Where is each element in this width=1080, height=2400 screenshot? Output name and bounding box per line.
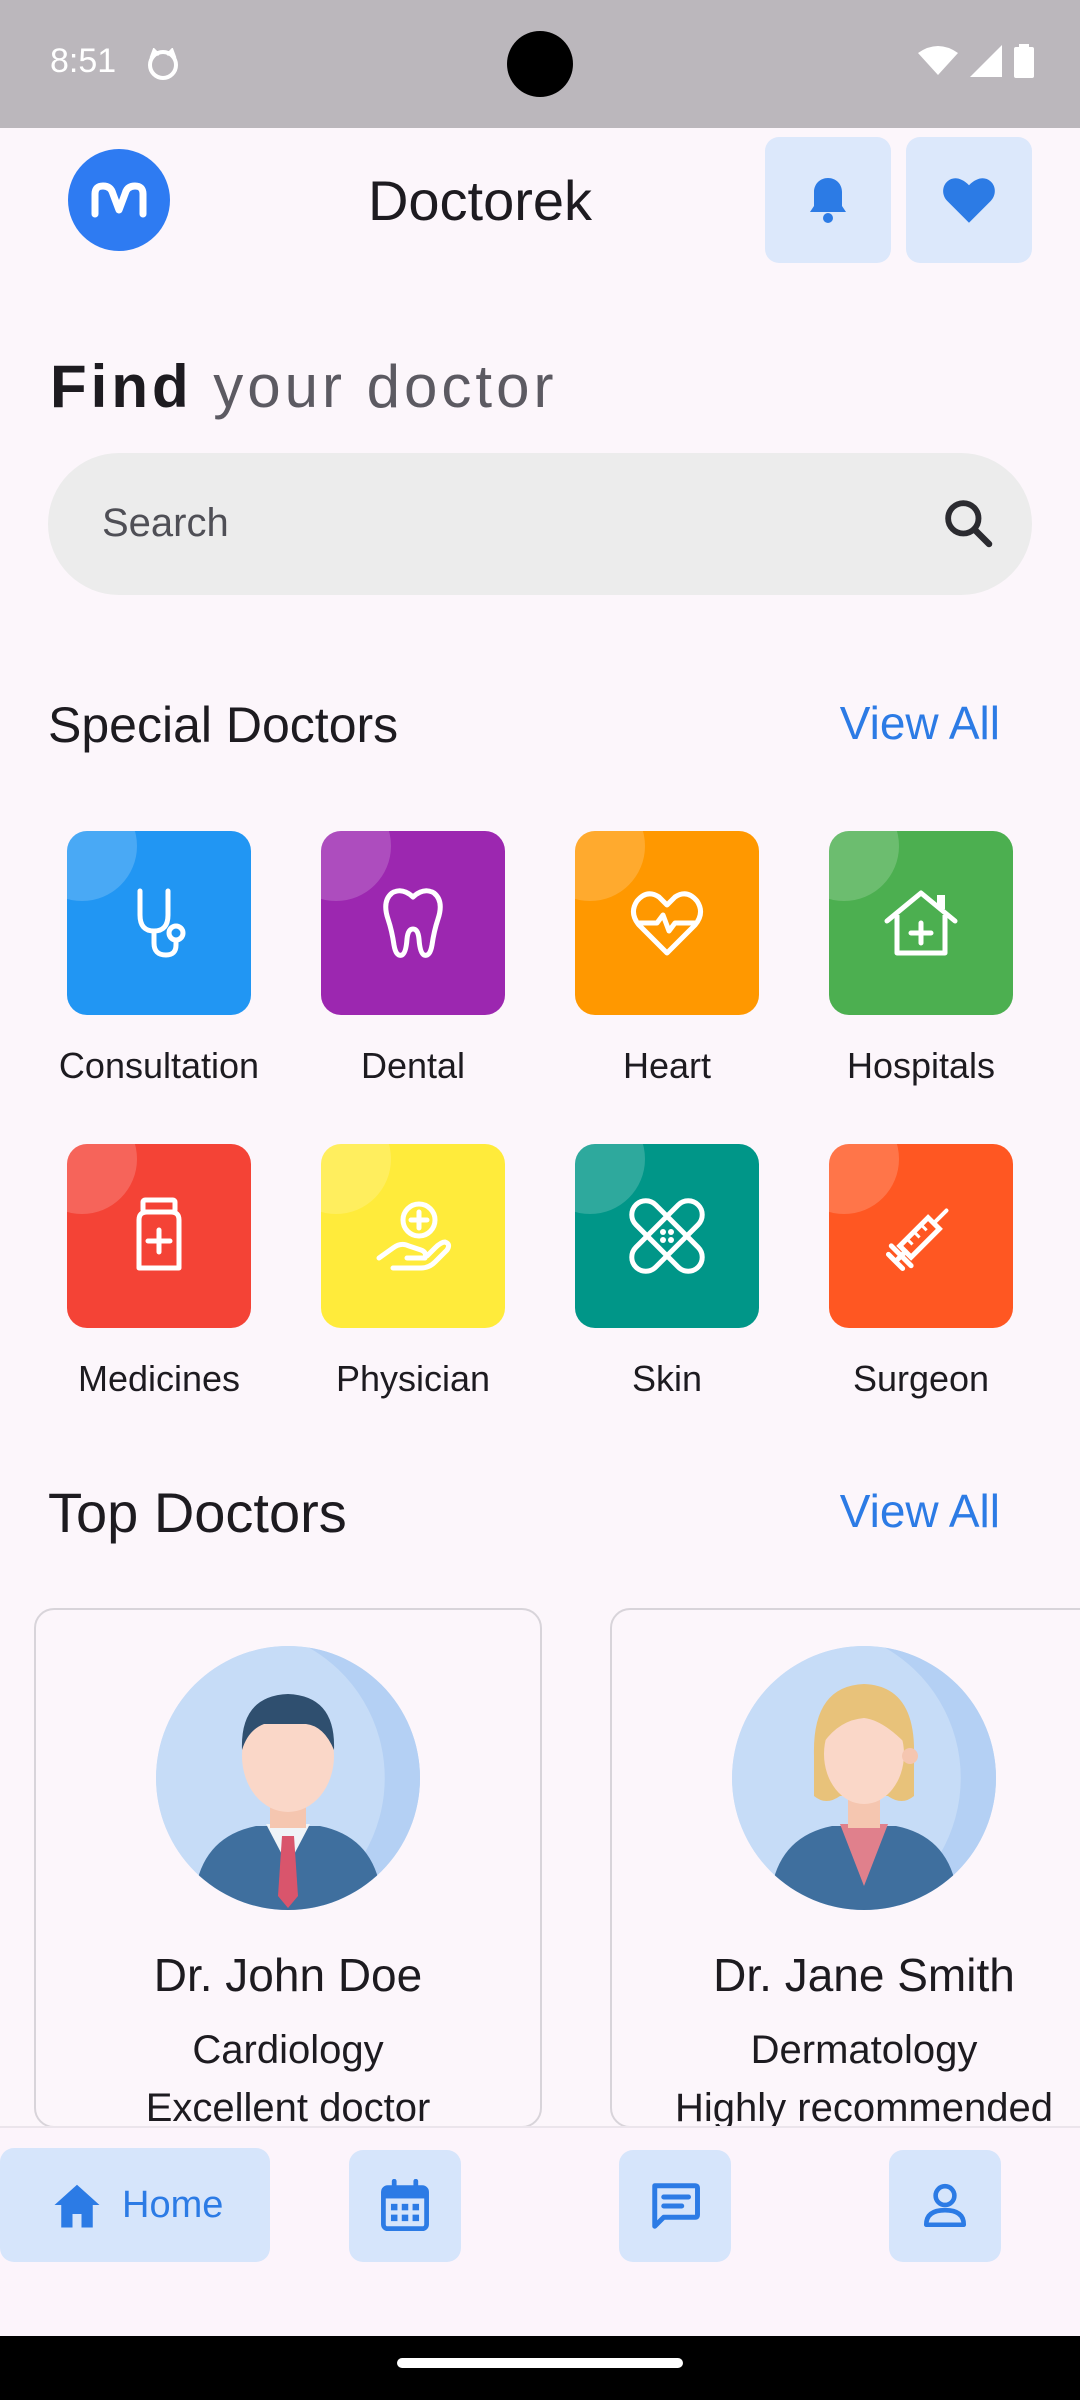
heart-pulse-icon (631, 891, 703, 956)
favorites-button[interactable] (906, 137, 1032, 263)
battery-icon (1014, 44, 1034, 78)
doctor-name: Dr. John Doe (153, 1949, 423, 2001)
doctor-specialty: Dermatology (750, 2028, 978, 2072)
category-surgeon[interactable]: Surgeon (794, 1144, 1048, 1400)
category-label: Medicines (77, 1358, 241, 1399)
camera-cutout (507, 31, 573, 97)
category-consultation[interactable]: Consultation (32, 831, 286, 1087)
doctor-card-john-doe[interactable]: Dr. John Doe Cardiology Excellent doctor (34, 1608, 542, 2128)
person-icon (923, 2183, 967, 2228)
category-skin[interactable]: Skin (540, 1144, 794, 1400)
find-light: your doctor (213, 353, 558, 420)
doctor-description: Highly recommended (675, 2086, 1053, 2128)
medicine-bottle-icon (136, 1197, 182, 1271)
category-label: Surgeon (852, 1358, 990, 1399)
special-view-all-link[interactable]: View All (840, 696, 1000, 750)
stethoscope-icon (137, 888, 186, 958)
home-icon (54, 2184, 100, 2228)
top-doctors-title: Top Doctors (48, 1481, 347, 1544)
notifications-button[interactable] (765, 137, 891, 263)
find-strong: Find (50, 353, 193, 420)
category-tile (67, 831, 251, 1015)
category-tile (321, 831, 505, 1015)
nav-messages-tab[interactable] (619, 2150, 731, 2262)
category-medicines[interactable]: Medicines (32, 1144, 286, 1400)
bell-icon (810, 178, 846, 223)
category-heart[interactable]: Heart (540, 831, 794, 1087)
status-icons (918, 44, 1034, 78)
search-input[interactable]: Search (48, 453, 1032, 595)
special-doctors-title: Special Doctors (48, 697, 399, 753)
doctor-description: Excellent doctor (145, 2086, 431, 2128)
category-physician[interactable]: Physician (286, 1144, 540, 1400)
nav-home-tab[interactable]: Home (0, 2148, 270, 2262)
find-heading: Find your doctor (50, 352, 557, 421)
status-time: 8:51 (50, 42, 117, 80)
bottom-navigation: Home (0, 2126, 1080, 2336)
category-label: Heart (622, 1045, 712, 1086)
category-tile (67, 1144, 251, 1328)
app-header: Doctorek (0, 128, 1080, 278)
chat-icon (652, 2183, 700, 2229)
gesture-area (0, 2336, 1080, 2400)
wifi-icon (918, 46, 958, 75)
doctor-avatar-female (732, 1646, 996, 1910)
top-view-all-link[interactable]: View All (840, 1484, 1000, 1538)
category-tile (829, 831, 1013, 1015)
search-placeholder: Search (102, 501, 229, 545)
calendar-icon (381, 2179, 429, 2232)
heart-icon (943, 178, 995, 223)
search-icon[interactable] (940, 495, 996, 551)
gesture-handle[interactable] (397, 2358, 683, 2368)
category-label: Skin (631, 1358, 703, 1399)
category-tile (321, 1144, 505, 1328)
nav-appointments-tab[interactable] (349, 2150, 461, 2262)
doctor-card-jane-smith[interactable]: Dr. Jane Smith Dermatology Highly recomm… (610, 1608, 1080, 2128)
category-label: Consultation (58, 1045, 260, 1086)
doctor-avatar-male (156, 1646, 420, 1910)
status-bar: 8:51 (0, 0, 1080, 128)
category-label: Physician (335, 1358, 491, 1399)
nav-profile-tab[interactable] (889, 2150, 1001, 2262)
category-dental[interactable]: Dental (286, 831, 540, 1087)
category-label: Hospitals (846, 1045, 996, 1086)
category-label: Dental (360, 1045, 466, 1086)
signal-icon (970, 45, 1002, 77)
syringe-icon (885, 1208, 949, 1272)
doctor-specialty: Cardiology (192, 2028, 384, 2072)
doctor-name: Dr. Jane Smith (713, 1949, 1015, 2001)
tooth-icon (383, 888, 443, 958)
nav-home-label: Home (122, 2183, 224, 2226)
category-tile (575, 1144, 759, 1328)
hospital-icon (884, 890, 958, 956)
hand-plus-icon (376, 1201, 452, 1271)
category-tile (575, 831, 759, 1015)
notification-cat-icon (148, 48, 178, 80)
bandage-icon (629, 1198, 705, 1274)
category-tile (829, 1144, 1013, 1328)
category-hospitals[interactable]: Hospitals (794, 831, 1048, 1087)
